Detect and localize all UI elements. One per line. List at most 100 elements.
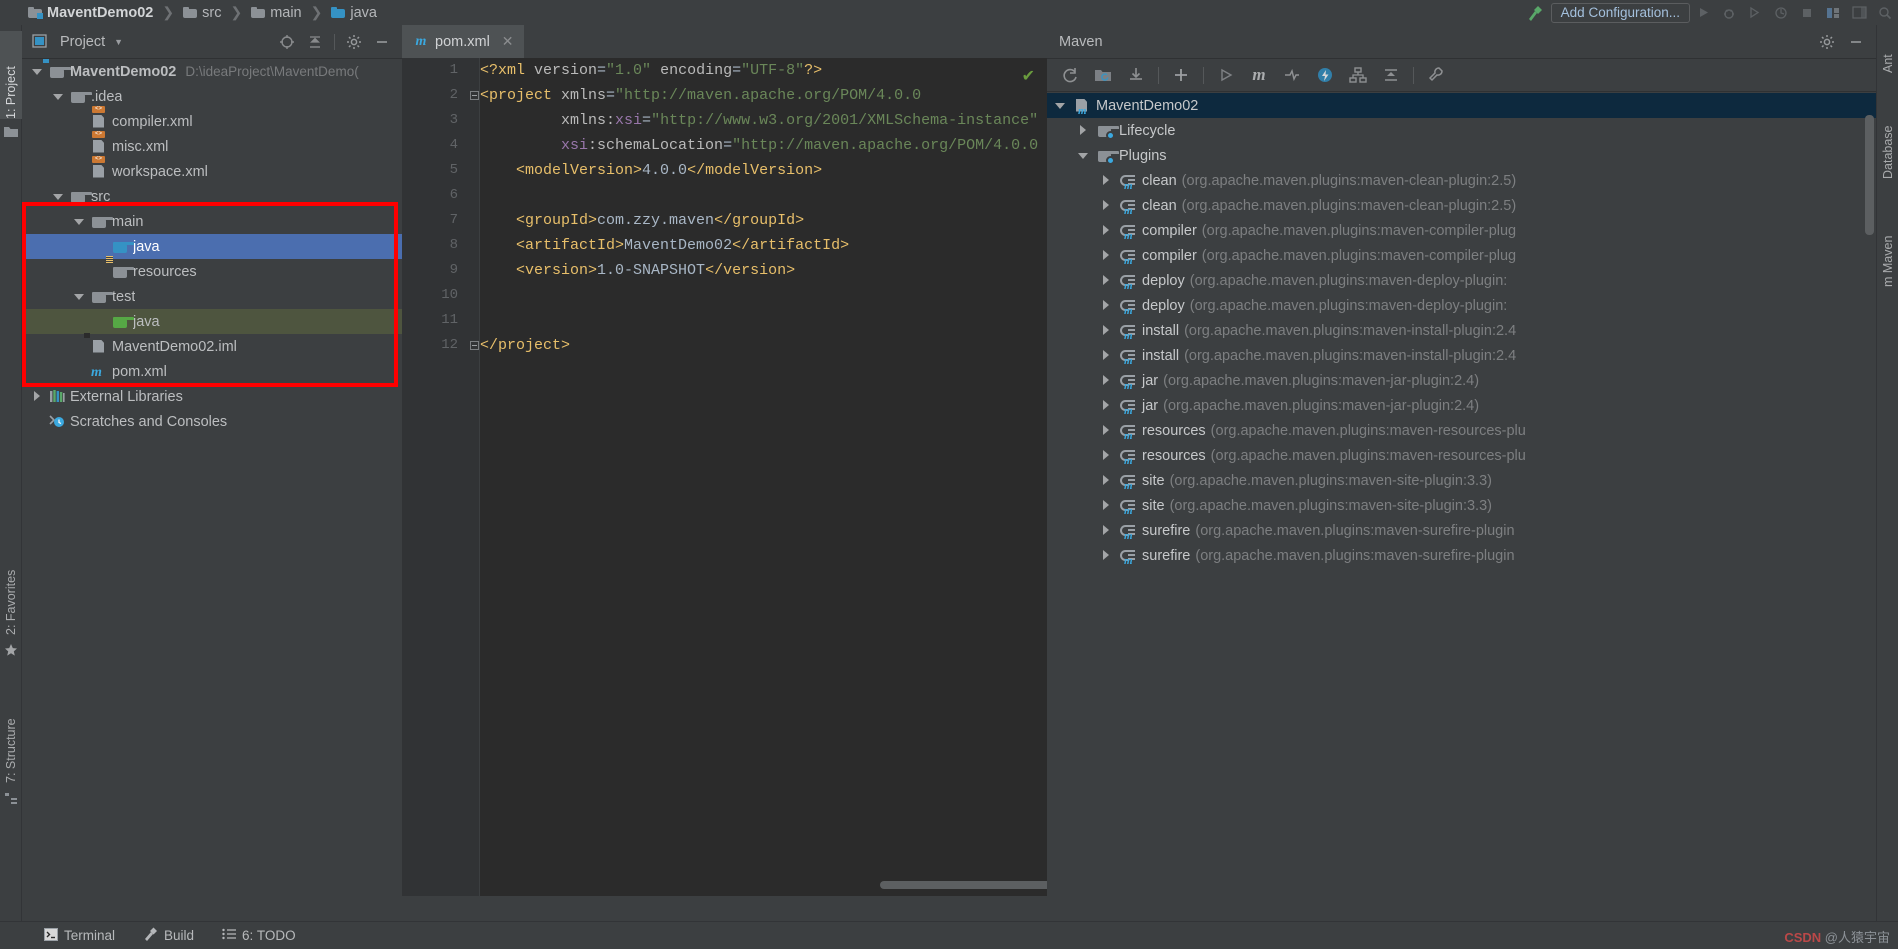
chevron-right-icon[interactable] (1101, 325, 1112, 336)
code-content[interactable]: <?xml version="1.0" encoding="UTF-8"?> <p… (480, 58, 1101, 921)
hide-window-icon[interactable] (1844, 30, 1868, 54)
collapse-all-icon[interactable] (303, 30, 327, 54)
coverage-icon[interactable] (1742, 0, 1768, 25)
maven-settings-icon[interactable] (1421, 61, 1451, 89)
chevron-right-icon[interactable] (1101, 550, 1112, 561)
maven-tree-row[interactable]: m deploy (org.apache.maven.plugins:maven-d… (1047, 268, 1876, 293)
tree-row[interactable]: java (22, 234, 402, 259)
toggle-skip-tests-icon[interactable] (1277, 61, 1307, 89)
layout-icon[interactable] (1846, 0, 1872, 25)
maven-tree-row[interactable]: m surefire (org.apache.maven.plugins:maven… (1047, 543, 1876, 568)
chevron-down-icon[interactable] (32, 66, 43, 77)
chevron-right-icon[interactable] (1101, 450, 1112, 461)
chevron-right-icon[interactable] (1101, 475, 1112, 486)
run-icon[interactable] (1690, 0, 1716, 25)
bottom-item-build[interactable]: Build (129, 922, 208, 949)
tree-row[interactable]: <> workspace.xml (22, 155, 402, 184)
maven-tree-row[interactable]: m site (org.apache.maven.plugins:maven-sit… (1047, 493, 1876, 518)
maven-tree-row[interactable]: m jar (org.apache.maven.plugins:maven-jar-… (1047, 393, 1876, 418)
breadcrumb[interactable]: MaventDemo02 ❯ src ❯ main ❯ java (0, 0, 379, 25)
tree-row[interactable]: resources (22, 255, 402, 284)
tree-row[interactable]: test (22, 284, 402, 309)
sidebar-item-project[interactable]: 1: Project (0, 31, 22, 119)
breadcrumb-item-src[interactable]: src (181, 0, 223, 25)
profile-icon[interactable] (1768, 0, 1794, 25)
sidebar-item-structure[interactable]: 7: Structure (0, 673, 22, 783)
chevron-right-icon[interactable] (1101, 275, 1112, 286)
chevron-right-icon[interactable] (1078, 125, 1089, 136)
chevron-down-icon[interactable] (1078, 150, 1089, 161)
breadcrumb-item-java[interactable]: java (329, 0, 379, 25)
maven-tree-row[interactable]: m surefire (org.apache.maven.plugins:maven… (1047, 518, 1876, 543)
code-folding-column[interactable] (468, 58, 480, 921)
editor-tab-pom-xml[interactable]: m pom.xml ✕ (402, 25, 524, 58)
bottom-item-todo[interactable]: 6: TODO (208, 922, 310, 949)
show-dependencies-icon[interactable] (1343, 61, 1373, 89)
chevron-right-icon[interactable] (32, 391, 43, 402)
chevron-right-icon[interactable] (1101, 250, 1112, 261)
tree-row[interactable]: main (22, 209, 402, 234)
sidebar-item-ant[interactable]: Ant (1877, 31, 1898, 73)
generate-sources-icon[interactable] (1088, 61, 1118, 89)
maven-tree-row[interactable]: m resources (org.apache.maven.plugins:mave… (1047, 418, 1876, 443)
tree-row[interactable]: src (22, 184, 402, 209)
tree-row[interactable]: .idea (22, 84, 402, 109)
maven-tree-row[interactable]: m clean (org.apache.maven.plugins:maven-cl… (1047, 168, 1876, 193)
tree-row[interactable]: <> misc.xml (22, 130, 402, 159)
chevron-down-icon[interactable]: ▼ (114, 37, 123, 47)
maven-tree-row[interactable]: m install (org.apache.maven.plugins:maven-… (1047, 318, 1876, 343)
stop-icon[interactable] (1794, 0, 1820, 25)
bottom-item-terminal[interactable]: Terminal (30, 922, 129, 949)
chevron-right-icon[interactable] (1101, 225, 1112, 236)
close-icon[interactable]: ✕ (502, 33, 514, 50)
tree-row[interactable]: MaventDemo02.iml (22, 332, 402, 359)
locate-icon[interactable] (275, 30, 299, 54)
fold-toggle-icon[interactable] (470, 91, 479, 100)
gear-icon[interactable] (1815, 30, 1839, 54)
maven-tree-row[interactable]: m clean (org.apache.maven.plugins:maven-cl… (1047, 193, 1876, 218)
tree-row[interactable]: m pom.xml (22, 359, 402, 384)
chevron-right-icon[interactable] (1101, 300, 1112, 311)
maven-tree-row[interactable]: m install (org.apache.maven.plugins:maven-… (1047, 343, 1876, 368)
hide-window-icon[interactable] (370, 30, 394, 54)
maven-tree-row[interactable]: m compiler (org.apache.maven.plugins:maven… (1047, 218, 1876, 243)
breadcrumb-item-maventdemo02[interactable]: MaventDemo02 (26, 0, 155, 25)
add-maven-project-icon[interactable] (1166, 61, 1196, 89)
tree-row[interactable]: External Libraries (22, 384, 402, 409)
chevron-down-icon[interactable] (53, 191, 64, 202)
project-structure-icon[interactable] (1820, 0, 1846, 25)
chevron-right-icon[interactable] (1101, 425, 1112, 436)
code-editor[interactable]: 1 2 3 4 5 6 7 8 9 10 11 12 <?xml version="1.0" enco… (402, 58, 1212, 921)
chevron-down-icon[interactable] (53, 91, 64, 102)
maven-tree-row[interactable]: m deploy (org.apache.maven.plugins:maven-d… (1047, 293, 1876, 318)
add-configuration-button[interactable]: Add Configuration... (1550, 2, 1690, 23)
reimport-icon[interactable] (1055, 61, 1085, 89)
breadcrumb-item-main[interactable]: main (249, 0, 303, 25)
sidebar-item-maven[interactable]: m Maven (1877, 213, 1898, 287)
tree-row[interactable]: Scratches and Consoles (22, 409, 402, 434)
tree-row[interactable]: java (22, 309, 402, 334)
tree-row[interactable]: <> compiler.xml (22, 105, 402, 134)
maven-vertical-scrollbar[interactable] (1865, 115, 1874, 235)
maven-tree-row[interactable]: m resources (org.apache.maven.plugins:mave… (1047, 443, 1876, 468)
chevron-right-icon[interactable] (1101, 525, 1112, 536)
toggle-offline-icon[interactable] (1310, 61, 1340, 89)
chevron-right-icon[interactable] (1101, 175, 1112, 186)
chevron-right-icon[interactable] (1101, 350, 1112, 361)
maven-tree-row[interactable]: m compiler (org.apache.maven.plugins:maven… (1047, 243, 1876, 268)
chevron-right-icon[interactable] (1101, 375, 1112, 386)
chevron-right-icon[interactable] (1101, 200, 1112, 211)
hammer-icon[interactable] (1523, 2, 1545, 24)
maven-project-tree[interactable]: m MaventDemo02 Lifecycle Plugins m clean (org.… (1047, 93, 1876, 921)
chevron-down-icon[interactable] (74, 291, 85, 302)
run-maven-build-icon[interactable] (1211, 61, 1241, 89)
collapse-all-icon[interactable] (1376, 61, 1406, 89)
sidebar-item-database[interactable]: Database (1877, 101, 1898, 179)
tree-row[interactable]: MaventDemo02 D:\ideaProject\MaventDemo( (22, 59, 402, 84)
chevron-down-icon[interactable] (1055, 100, 1066, 111)
execute-maven-goal-icon[interactable]: m (1244, 61, 1274, 89)
gear-icon[interactable] (342, 30, 366, 54)
maven-tree-row[interactable]: m site (org.apache.maven.plugins:maven-sit… (1047, 468, 1876, 493)
fold-toggle-icon[interactable] (470, 341, 479, 350)
download-sources-icon[interactable] (1121, 61, 1151, 89)
